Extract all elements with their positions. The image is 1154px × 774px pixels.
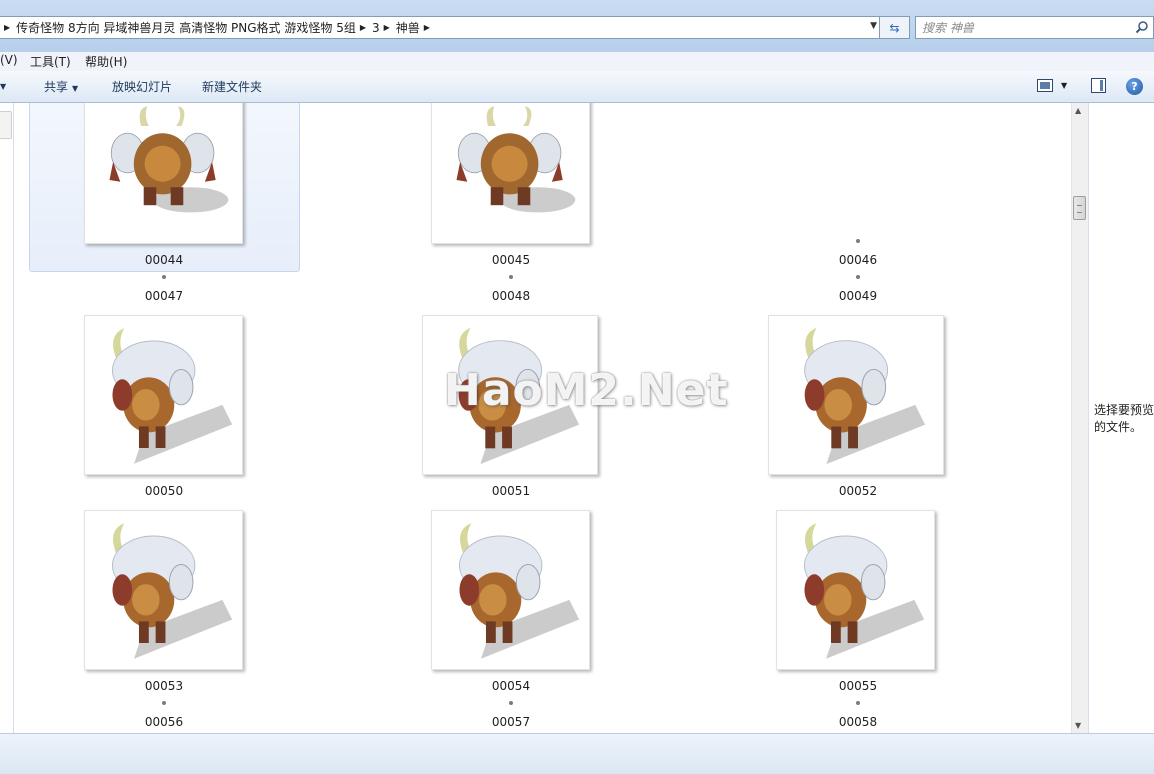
- file-thumbnail-dot[interactable]: [856, 275, 860, 279]
- slideshow-button[interactable]: 放映幻灯片: [112, 78, 172, 95]
- file-thumbnail-dot[interactable]: [162, 701, 166, 705]
- file-name-label[interactable]: 00051: [411, 484, 611, 498]
- menu-bar: (V) 工具(T) 帮助(H): [0, 52, 1154, 72]
- file-thumbnail-dot[interactable]: [856, 701, 860, 705]
- file-list: 00044 00045 00046 00047 00048 00049 00050: [14, 103, 1071, 733]
- address-bar[interactable]: ▶ 传奇怪物 8方向 异域神兽月灵 高清怪物 PNG格式 游戏怪物 5组 ▶ 3…: [0, 16, 880, 39]
- file-name-label[interactable]: 00052: [758, 484, 958, 498]
- menu-view[interactable]: (V): [0, 53, 18, 67]
- help-icon[interactable]: ?: [1126, 78, 1143, 95]
- breadcrumb-arrow-icon[interactable]: ▶: [360, 23, 366, 32]
- monster-thumbnail-image: [109, 106, 229, 213]
- watermark: HaoM2.Net: [444, 365, 729, 416]
- file-thumbnail[interactable]: [776, 510, 935, 670]
- file-thumbnail[interactable]: [431, 103, 590, 244]
- search-icon[interactable]: [1135, 20, 1149, 34]
- menu-tools[interactable]: 工具(T): [30, 53, 71, 70]
- file-name-label[interactable]: 00050: [64, 484, 264, 498]
- file-name-label[interactable]: 00048: [411, 289, 611, 303]
- breadcrumb-arrow-icon[interactable]: ▶: [384, 23, 390, 32]
- monster-thumbnail-image: [458, 523, 580, 659]
- new-folder-button[interactable]: 新建文件夹: [202, 78, 262, 95]
- file-name-label[interactable]: 00049: [758, 289, 958, 303]
- breadcrumb-item-current[interactable]: 神兽: [396, 19, 420, 36]
- file-thumbnail-dot[interactable]: [509, 701, 513, 705]
- file-name-label[interactable]: 00057: [411, 715, 611, 729]
- preview-pane-icon[interactable]: [1091, 78, 1106, 93]
- file-name-label[interactable]: 00044: [64, 253, 264, 267]
- views-dropdown-icon[interactable]: ▼: [1061, 81, 1067, 90]
- address-dropdown-icon[interactable]: ▼: [870, 21, 877, 31]
- scroll-up-icon[interactable]: ▲: [1075, 106, 1081, 115]
- status-bar: [0, 733, 1154, 774]
- address-row: ▶ 传奇怪物 8方向 异域神兽月灵 高清怪物 PNG格式 游戏怪物 5组 ▶ 3…: [0, 0, 1154, 52]
- views-icon[interactable]: [1037, 79, 1053, 92]
- monster-thumbnail-image: [456, 106, 576, 213]
- monster-thumbnail-image: [804, 327, 926, 465]
- file-name-label[interactable]: 00054: [411, 679, 611, 693]
- breadcrumb-arrow-icon[interactable]: ▶: [4, 23, 10, 32]
- command-bar: ▼ 共享 ▼ 放映幻灯片 新建文件夹 ▼ ?: [0, 71, 1154, 103]
- file-name-label[interactable]: 00047: [64, 289, 264, 303]
- scroll-down-icon[interactable]: ▼: [1075, 721, 1081, 730]
- navigation-pane: [0, 103, 14, 733]
- share-button[interactable]: 共享 ▼: [44, 78, 78, 95]
- file-thumbnail[interactable]: [768, 315, 944, 475]
- search-box[interactable]: [915, 16, 1154, 39]
- navigation-scrollbar[interactable]: [0, 111, 12, 139]
- scrollbar-thumb[interactable]: [1073, 196, 1086, 220]
- breadcrumb-item-root[interactable]: 传奇怪物 8方向 异域神兽月灵 高清怪物 PNG格式 游戏怪物 5组: [16, 19, 356, 36]
- organize-dropdown-icon[interactable]: ▼: [0, 78, 6, 92]
- monster-thumbnail-image: [111, 328, 233, 464]
- refresh-icon: ⇆: [889, 20, 900, 35]
- preview-pane: 选择要预览 的文件。: [1088, 103, 1154, 733]
- file-thumbnail[interactable]: [84, 510, 243, 670]
- vertical-scrollbar[interactable]: ▲ ▼: [1071, 103, 1088, 733]
- file-thumbnail[interactable]: [84, 315, 243, 475]
- file-name-label[interactable]: 00058: [758, 715, 958, 729]
- file-name-label[interactable]: 00045: [411, 253, 611, 267]
- file-thumbnail[interactable]: [431, 510, 590, 670]
- menu-help[interactable]: 帮助(H): [85, 53, 127, 70]
- file-thumbnail[interactable]: [84, 103, 243, 244]
- search-input[interactable]: [922, 19, 1122, 36]
- monster-thumbnail-image: [803, 523, 925, 659]
- file-name-label[interactable]: 00055: [758, 679, 958, 693]
- refresh-button[interactable]: ⇆: [880, 16, 910, 39]
- file-thumbnail-dot[interactable]: [509, 275, 513, 279]
- monster-thumbnail-image: [111, 523, 233, 659]
- preview-message: 选择要预览 的文件。: [1094, 403, 1154, 434]
- share-label: 共享: [44, 80, 69, 94]
- file-name-label[interactable]: 00053: [64, 679, 264, 693]
- share-dropdown-icon: ▼: [72, 84, 79, 93]
- file-name-label[interactable]: 00056: [64, 715, 264, 729]
- breadcrumb-item-3[interactable]: 3: [372, 21, 380, 35]
- breadcrumb-arrow-icon[interactable]: ▶: [424, 23, 430, 32]
- file-thumbnail-dot[interactable]: [162, 275, 166, 279]
- file-thumbnail-dot[interactable]: [856, 239, 860, 243]
- file-name-label[interactable]: 00046: [758, 253, 958, 267]
